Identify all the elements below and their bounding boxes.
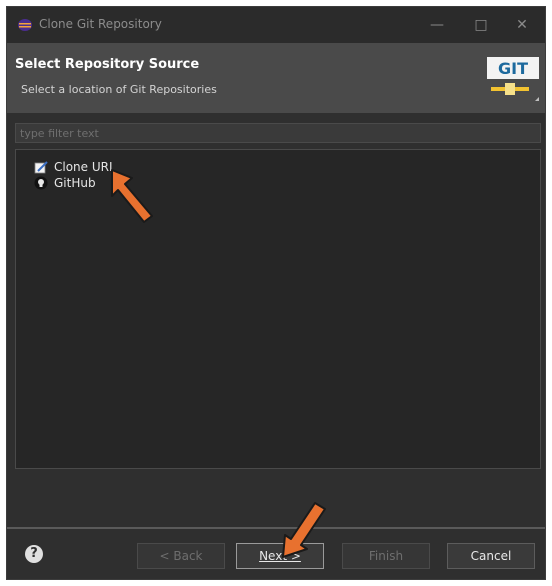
title-bar: Clone Git Repository — □ ✕ (7, 7, 545, 43)
git-logo-icon: GIT (487, 57, 539, 101)
eclipse-icon (17, 17, 33, 36)
page-title: Select Repository Source (15, 57, 200, 72)
annotation-arrow-icon (282, 502, 326, 558)
clone-uri-icon (34, 160, 48, 174)
minimize-button[interactable]: — (425, 13, 449, 37)
filter-input[interactable] (15, 123, 541, 143)
back-button[interactable]: < Back (137, 543, 225, 569)
close-button[interactable]: ✕ (510, 13, 534, 37)
list-item-label: Clone URI (54, 160, 113, 174)
wizard-header: Select Repository Source Select a locati… (7, 43, 545, 113)
help-icon[interactable]: ? (25, 545, 43, 563)
dialog-window: Clone Git Repository — □ ✕ Select Reposi… (6, 6, 546, 580)
annotation-arrow-icon (111, 169, 153, 223)
repository-source-list: Clone URI GitHub (15, 149, 541, 469)
cancel-button[interactable]: Cancel (447, 543, 535, 569)
page-description: Select a location of Git Repositories (21, 83, 217, 96)
list-item-label: GitHub (54, 176, 96, 190)
finish-button[interactable]: Finish (342, 543, 430, 569)
maximize-button[interactable]: □ (469, 13, 493, 37)
list-item-github[interactable]: GitHub (34, 174, 96, 192)
footer-separator (7, 527, 545, 529)
github-icon (34, 176, 48, 190)
window-title: Clone Git Repository (39, 17, 162, 31)
git-logo-text: GIT (498, 59, 528, 78)
